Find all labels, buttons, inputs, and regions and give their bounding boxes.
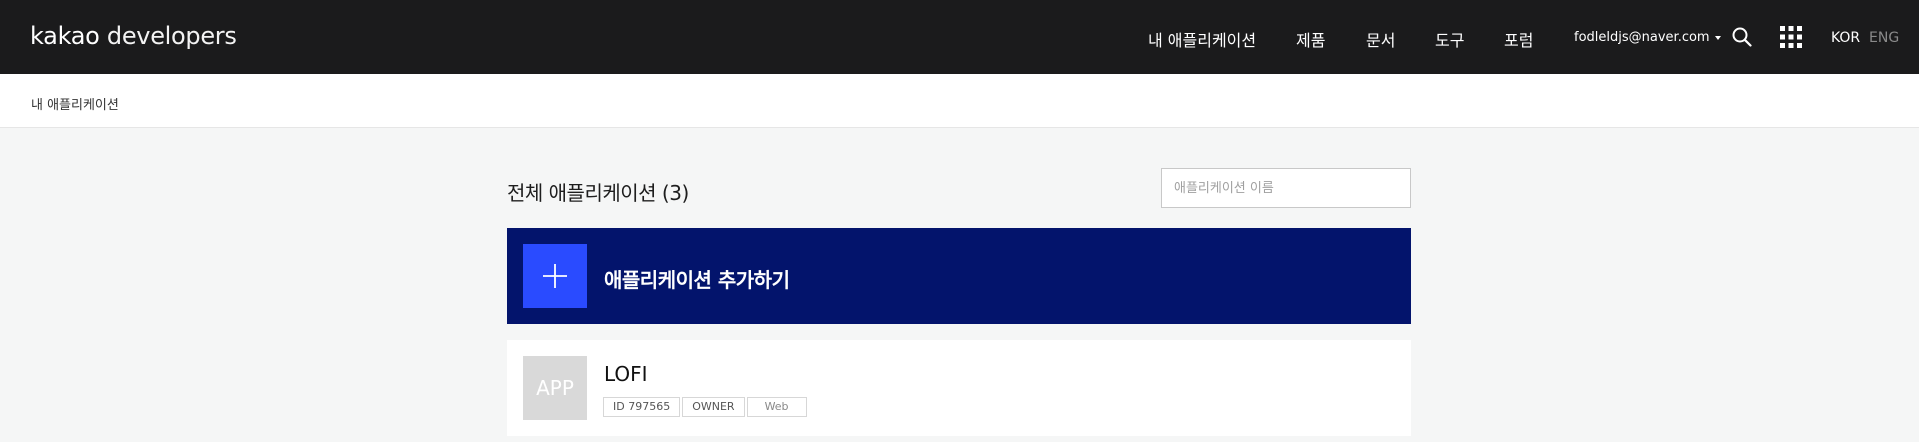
app-role-tag: OWNER [682,397,745,417]
app-grid-icon[interactable] [1780,26,1802,48]
plus-icon [543,264,567,288]
app-platform-tag: Web [746,397,807,417]
nav-my-applications[interactable]: 내 애플리케이션 [1148,27,1256,51]
nav-products[interactable]: 제품 [1296,27,1325,51]
breadcrumb-bar: 내 애플리케이션 [0,74,1919,128]
top-navigation-bar: kakao developers 내 애플리케이션 제품 문서 도구 포럼 fo… [0,0,1919,74]
add-application-button[interactable]: 애플리케이션 추가하기 [507,228,1411,324]
app-thumbnail: APP [523,356,587,420]
account-email: fodleldjs@naver.com [1574,30,1710,45]
app-id-tag: ID 797565 [603,397,681,417]
account-menu[interactable]: fodleldjs@naver.com [1574,30,1721,45]
app-name: LOFI [604,362,648,386]
search-icon[interactable] [1732,27,1752,47]
nav-forum[interactable]: 포럼 [1504,27,1533,51]
breadcrumb[interactable]: 내 애플리케이션 [31,94,119,113]
language-korean[interactable]: KOR [1831,30,1860,46]
nav-tools[interactable]: 도구 [1435,27,1464,51]
logo-suffix: developers [99,22,237,50]
app-name-search-input[interactable] [1161,168,1411,208]
application-card[interactable]: APP LOFI ID 797565 OWNER Web [507,340,1411,436]
page-title: 전체 애플리케이션 (3) [507,181,689,205]
nav-docs[interactable]: 문서 [1366,27,1395,51]
caret-down-icon [1714,35,1721,40]
plus-icon-box [523,244,587,308]
kakao-developers-logo[interactable]: kakao developers [30,22,237,50]
logo-brand: kakao [30,22,100,50]
app-tags: ID 797565 OWNER Web [603,397,809,417]
add-application-label: 애플리케이션 추가하기 [604,268,790,292]
language-english[interactable]: ENG [1869,30,1899,46]
